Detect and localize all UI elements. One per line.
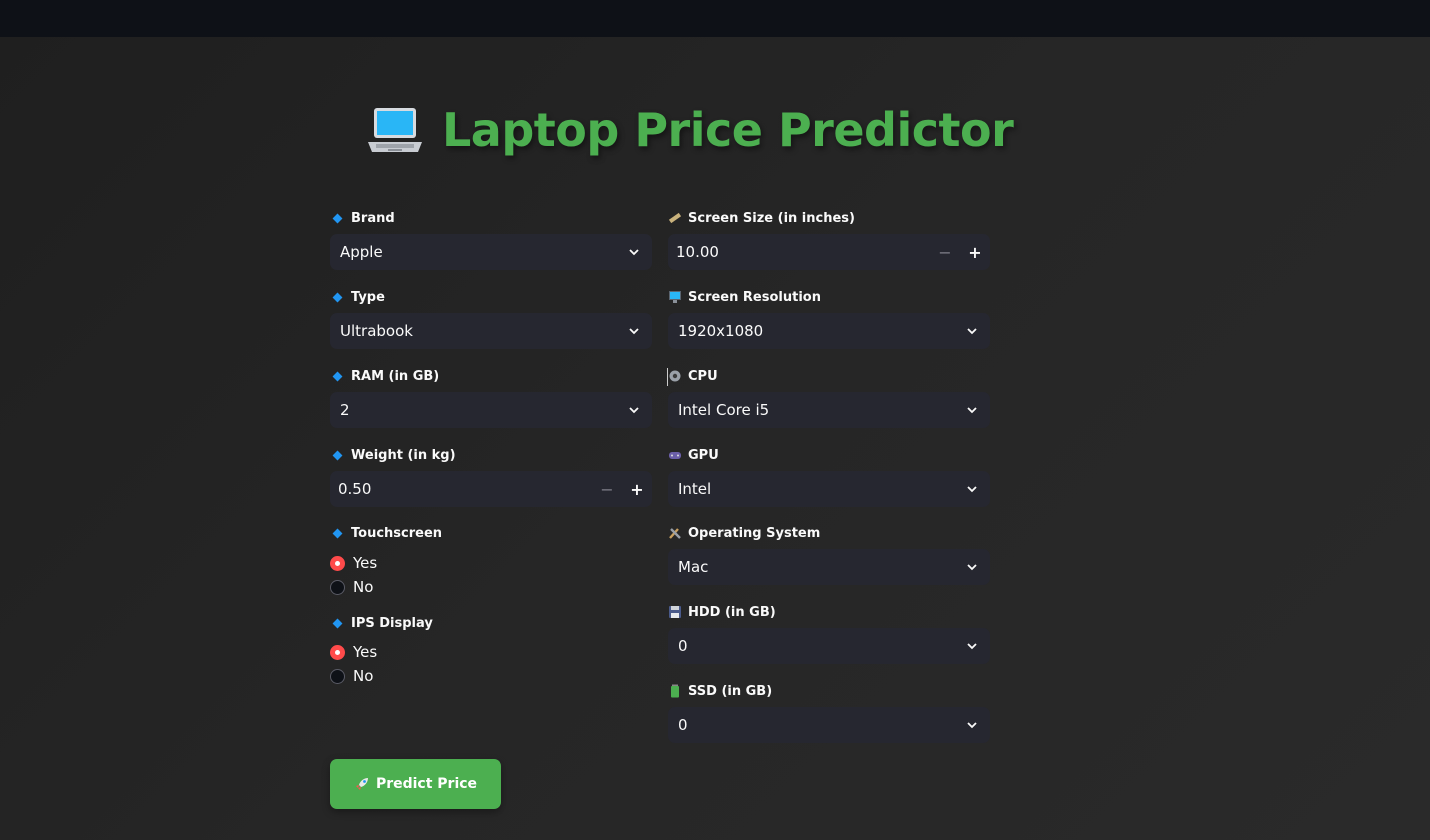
screen-size-decrement-button[interactable]: −: [930, 234, 960, 270]
diamond-icon: [332, 450, 343, 460]
hdd-select[interactable]: 0: [668, 628, 990, 664]
weight-decrement-button[interactable]: −: [592, 471, 622, 507]
diamond-icon: [332, 371, 343, 381]
weight-number-input[interactable]: 0.50 − +: [330, 471, 652, 507]
predict-price-label: Predict Price: [375, 776, 478, 792]
touchscreen-label: Touchscreen: [351, 525, 443, 541]
ips-radio-group: Yes No: [330, 640, 652, 688]
screen-size-increment-button[interactable]: +: [960, 234, 990, 270]
ram-label: RAM (in GB): [351, 368, 440, 384]
ips-label: IPS Display: [351, 615, 433, 631]
chevron-down-icon: [967, 486, 977, 493]
hdd-value: 0: [678, 637, 688, 655]
chevron-down-icon: [629, 328, 639, 335]
hdd-label: HDD (in GB): [688, 604, 776, 620]
radio-selected-icon: [330, 555, 345, 571]
chevron-down-icon: [629, 407, 639, 414]
ram-field: RAM (in GB) 2: [330, 366, 652, 428]
ruler-icon: [668, 212, 682, 224]
page-title: Laptop Price Predictor: [366, 95, 1014, 165]
chevron-down-icon: [629, 249, 639, 256]
weight-label: Weight (in kg): [351, 447, 456, 463]
cpu-field: CPU Intel Core i5: [668, 366, 990, 428]
app-title: Laptop Price Predictor: [442, 103, 1014, 157]
diamond-icon: [332, 213, 343, 223]
gpu-select[interactable]: Intel: [668, 471, 990, 507]
os-value: Mac: [678, 558, 709, 576]
chevron-down-icon: [967, 722, 977, 729]
cpu-select[interactable]: Intel Core i5: [668, 392, 990, 428]
weight-stepper: − +: [592, 471, 652, 507]
os-field: Operating System Mac: [668, 523, 990, 585]
brand-select[interactable]: Apple: [330, 234, 652, 270]
gear-icon: [669, 370, 681, 382]
ips-option-no[interactable]: No: [330, 664, 652, 688]
floppy-disk-icon: [669, 606, 681, 618]
weight-increment-button[interactable]: +: [622, 471, 652, 507]
weight-field: Weight (in kg) 0.50 − +: [330, 445, 652, 507]
radio-option-label: No: [353, 667, 374, 685]
radio-option-label: No: [353, 578, 374, 596]
screen-size-stepper: − +: [930, 234, 990, 270]
screen-size-number-input[interactable]: 10.00 − +: [668, 234, 990, 270]
gpu-label: GPU: [688, 447, 719, 463]
diamond-icon: [332, 292, 343, 302]
type-value: Ultrabook: [340, 322, 413, 340]
diamond-icon: [332, 618, 343, 628]
touchscreen-field: Touchscreen Yes No: [330, 523, 652, 599]
tools-icon: [669, 528, 681, 539]
type-select[interactable]: Ultrabook: [330, 313, 652, 349]
screen-size-value: 10.00: [676, 243, 719, 261]
radio-option-label: Yes: [353, 554, 378, 572]
touchscreen-option-yes[interactable]: Yes: [330, 551, 652, 575]
chevron-down-icon: [967, 643, 977, 650]
chevron-down-icon: [967, 328, 977, 335]
brand-field: Brand Apple: [330, 208, 652, 270]
ram-value: 2: [340, 401, 350, 419]
ssd-select[interactable]: 0: [668, 707, 990, 743]
predict-price-button[interactable]: Predict Price: [330, 759, 501, 809]
brand-label: Brand: [351, 210, 395, 226]
diamond-icon: [332, 528, 343, 538]
radio-selected-icon: [330, 644, 345, 660]
os-label: Operating System: [688, 525, 821, 541]
touchscreen-option-no[interactable]: No: [330, 575, 652, 599]
brand-value: Apple: [340, 243, 383, 261]
monitor-icon: [669, 291, 681, 303]
gpu-field: GPU Intel: [668, 445, 990, 507]
radio-unselected-icon: [330, 579, 345, 595]
hdd-field: HDD (in GB) 0: [668, 602, 990, 664]
ips-option-yes[interactable]: Yes: [330, 640, 652, 664]
radio-option-label: Yes: [353, 643, 378, 661]
ssd-label: SSD (in GB): [688, 683, 773, 699]
type-label: Type: [351, 289, 385, 305]
resolution-select[interactable]: 1920x1080: [668, 313, 990, 349]
chevron-down-icon: [967, 407, 977, 414]
resolution-field: Screen Resolution 1920x1080: [668, 287, 990, 349]
battery-icon: [671, 684, 679, 698]
gpu-value: Intel: [678, 480, 712, 498]
screen-size-field: Screen Size (in inches) 10.00 − +: [668, 208, 990, 270]
radio-unselected-icon: [330, 668, 345, 684]
screen-size-label: Screen Size (in inches): [688, 210, 855, 226]
cpu-label: CPU: [688, 368, 718, 384]
laptop-icon: [368, 108, 422, 152]
app-header-bar: [0, 0, 1430, 37]
resolution-value: 1920x1080: [678, 322, 764, 340]
cpu-value: Intel Core i5: [678, 401, 770, 419]
ram-select[interactable]: 2: [330, 392, 652, 428]
rocket-icon: [355, 778, 368, 790]
weight-value: 0.50: [338, 480, 372, 498]
resolution-label: Screen Resolution: [688, 289, 821, 305]
chevron-down-icon: [967, 564, 977, 571]
type-field: Type Ultrabook: [330, 287, 652, 349]
ssd-field: SSD (in GB) 0: [668, 681, 990, 743]
ssd-value: 0: [678, 716, 688, 734]
ips-field: IPS Display Yes No: [330, 613, 652, 688]
game-controller-icon: [669, 452, 681, 459]
touchscreen-radio-group: Yes No: [330, 551, 652, 599]
os-select[interactable]: Mac: [668, 549, 990, 585]
